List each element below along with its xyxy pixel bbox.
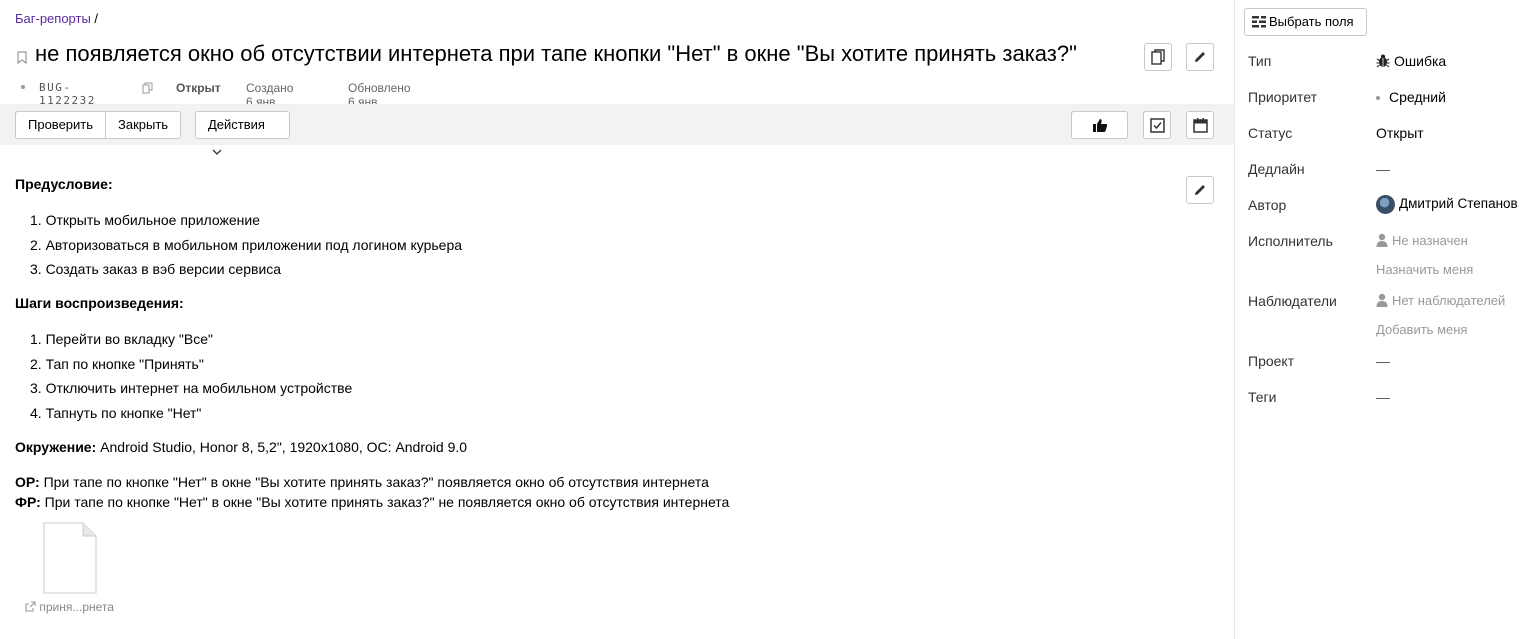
expected-result-value: При тапе по кнопке "Нет" в окне "Вы хоти… <box>39 474 709 490</box>
list-item: 1. Перейти во вкладку "Все" <box>30 331 213 347</box>
list-item: 3. Отключить интернет на мобильном устро… <box>30 380 353 396</box>
user-icon <box>1376 293 1388 307</box>
list-item: 2. Тап по кнопке "Принять" <box>30 355 204 372</box>
issue-status: Открыт <box>176 81 221 95</box>
copy-icon <box>1151 49 1165 65</box>
project-value[interactable]: — <box>1376 353 1390 369</box>
check-button[interactable]: Проверить <box>15 111 106 139</box>
issue-toolbar: Проверить Закрыть Действия <box>0 104 1234 155</box>
environment-value: Android Studio, Honor 8, 5,2", 1920x1080… <box>96 439 468 455</box>
assignee-value-text: Не назначен <box>1392 233 1468 248</box>
assignee-label: Исполнитель <box>1248 233 1333 249</box>
author-name: Дмитрий Степанов <box>1399 196 1518 212</box>
deadline-value[interactable]: — <box>1376 161 1390 177</box>
bookmark-icon[interactable] <box>17 51 27 64</box>
copy-issue-button[interactable] <box>1144 43 1172 71</box>
watchers-value-text: Нет наблюдателей <box>1392 293 1506 308</box>
external-link-icon <box>25 601 36 612</box>
like-button[interactable] <box>1071 111 1128 139</box>
type-label: Тип <box>1248 53 1272 69</box>
list-item: 2. Авторизоваться в мобильном приложении… <box>30 236 463 253</box>
file-icon[interactable] <box>43 522 97 594</box>
attachment-link[interactable]: приня...рнета <box>25 600 114 614</box>
meta-dot <box>21 85 25 89</box>
add-me-link[interactable]: Добавить меня <box>1376 322 1467 337</box>
pencil-icon <box>1195 52 1205 62</box>
actions-dropdown[interactable]: Действия <box>195 111 290 155</box>
steps-heading: Шаги воспроизведения: <box>15 295 184 311</box>
assignee-value[interactable]: Не назначен <box>1376 233 1468 248</box>
chevron-down-icon <box>212 149 222 155</box>
issue-title: не появляется окно об отсутствии интерне… <box>35 41 1077 66</box>
actions-label: Действия <box>208 117 265 132</box>
deadline-label: Дедлайн <box>1248 161 1305 177</box>
expected-result-label: ОР: <box>15 474 40 490</box>
calendar-icon <box>1192 117 1208 133</box>
environment-line: Окружение: Android Studio, Honor 8, 5,2"… <box>15 439 467 455</box>
user-icon <box>1376 233 1388 247</box>
breadcrumb-separator: / <box>90 11 99 26</box>
breadcrumb-link-bug-reports[interactable]: Баг-репорты <box>15 11 91 26</box>
expected-result-line: ОР: При тапе по кнопке "Нет" в окне "Вы … <box>15 474 709 490</box>
steps-list: 1. Перейти во вкладку "Все" 2. Тап по кн… <box>30 327 352 425</box>
thumbs-up-icon <box>1092 118 1107 132</box>
list-item: 1. Открыть мобильное приложение <box>30 212 260 228</box>
calendar-button[interactable] <box>1186 111 1214 139</box>
tags-label: Теги <box>1248 389 1277 405</box>
fields-icon <box>1252 16 1266 28</box>
status-value[interactable]: Открыт <box>1376 125 1424 141</box>
breadcrumb: Баг-репорты / <box>15 11 98 26</box>
watchers-label: Наблюдатели <box>1248 293 1337 309</box>
copy-id-icon[interactable] <box>142 82 153 94</box>
author-label: Автор <box>1248 197 1287 213</box>
actual-result-value: При тапе по кнопке "Нет" в окне "Вы хоти… <box>40 494 730 510</box>
pencil-icon <box>1195 185 1205 195</box>
avatar <box>1376 195 1395 214</box>
type-value[interactable]: Ошибка <box>1376 53 1446 69</box>
environment-label: Окружение: <box>15 439 97 455</box>
actual-result-label: ФР: <box>15 494 41 510</box>
priority-value[interactable]: Средний <box>1370 89 1446 105</box>
actual-result-line: ФР: При тапе по кнопке "Нет" в окне "Вы … <box>15 494 729 510</box>
select-fields-button[interactable]: Выбрать поля <box>1244 8 1367 36</box>
project-label: Проект <box>1248 353 1295 369</box>
type-value-text: Ошибка <box>1394 53 1447 69</box>
list-item: 3. Создать заказ в вэб версии сервиса <box>30 261 282 277</box>
issue-properties-sidebar: Выбрать поля Тип Ошибка Приоритет Средни… <box>1234 0 1530 639</box>
watchers-value[interactable]: Нет наблюдателей <box>1376 293 1505 308</box>
edit-description-button[interactable] <box>1186 176 1214 204</box>
select-fields-label: Выбрать поля <box>1269 14 1354 29</box>
status-label: Статус <box>1248 125 1293 141</box>
precondition-heading: Предусловие: <box>15 176 113 192</box>
author-value[interactable]: Дмитрий Степанов <box>1376 195 1518 214</box>
attachment-name: приня...рнета <box>39 600 114 614</box>
list-item: 4. Тапнуть по кнопке "Нет" <box>30 404 202 421</box>
assign-me-link[interactable]: Назначить меня <box>1376 262 1473 277</box>
close-button[interactable]: Закрыть <box>105 111 181 139</box>
priority-dot <box>1376 96 1380 101</box>
edit-title-button[interactable] <box>1186 43 1214 71</box>
priority-value-text: Средний <box>1389 89 1446 105</box>
bug-icon <box>1376 54 1390 68</box>
issue-main-panel: Баг-репорты / не появляется окно об отсу… <box>0 0 1234 639</box>
checklist-button[interactable] <box>1143 111 1171 139</box>
checkbox-icon <box>1149 117 1165 133</box>
precondition-list: 1. Открыть мобильное приложение 2. Автор… <box>30 208 462 282</box>
tags-value[interactable]: — <box>1376 389 1390 405</box>
priority-label: Приоритет <box>1248 89 1318 105</box>
